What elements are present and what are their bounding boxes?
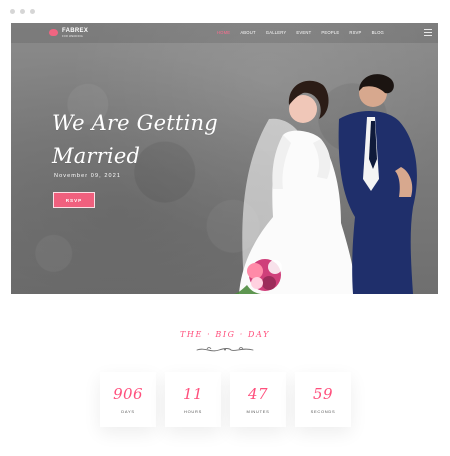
brand-tagline: FOR WEDDING [62, 35, 83, 38]
brand-heart-icon [49, 29, 58, 36]
section-title: THE · BIG · DAY [180, 330, 270, 339]
nav-item-event[interactable]: EVENT [296, 30, 311, 36]
countdown-card-hours: 11 HOURS [165, 372, 221, 427]
countdown-seconds-value: 59 [313, 385, 333, 403]
countdown-minutes-value: 47 [248, 385, 268, 403]
hamburger-icon[interactable] [424, 29, 432, 36]
window-dot [20, 9, 25, 14]
hero-banner: FABREX FOR WEDDING HOME ABOUT GALLERY EV… [11, 23, 438, 294]
hero-headline: We Are Getting Married [52, 107, 218, 173]
wedding-date: November 09, 2021 [54, 173, 122, 179]
nav-item-people[interactable]: PEOPLE [321, 30, 339, 36]
window-dot [10, 9, 15, 14]
brand-logo[interactable]: FABREX FOR WEDDING [49, 28, 88, 38]
countdown-days-value: 906 [113, 385, 143, 403]
headline-line-1: We Are Getting [52, 111, 218, 135]
hamburger-line [424, 35, 432, 36]
couple-photo [233, 74, 417, 294]
countdown-days-label: DAYS [121, 409, 135, 414]
floral-divider-icon [196, 347, 254, 352]
nav-item-gallery[interactable]: GALLERY [266, 30, 287, 36]
nav-item-rsvp[interactable]: RSVP [349, 30, 361, 36]
hamburger-line [424, 29, 432, 30]
hamburger-line [424, 32, 432, 33]
countdown-minutes-label: MINUTES [246, 409, 270, 414]
countdown-card-minutes: 47 MINUTES [230, 372, 286, 427]
countdown-seconds-label: SECONDS [310, 409, 336, 414]
main-menu: HOME ABOUT GALLERY EVENT PEOPLE RSVP BLO… [217, 30, 384, 36]
nav-item-home[interactable]: HOME [217, 30, 230, 36]
window-dot [30, 9, 35, 14]
countdown-hours-value: 11 [183, 385, 203, 403]
page-frame: FABREX FOR WEDDING HOME ABOUT GALLERY EV… [0, 0, 450, 456]
countdown-card-days: 906 DAYS [100, 372, 156, 427]
brand-name: FABREX [62, 28, 89, 34]
nav-item-about[interactable]: ABOUT [240, 30, 255, 36]
window-dots [10, 9, 35, 14]
top-navigation: FABREX FOR WEDDING HOME ABOUT GALLERY EV… [11, 23, 438, 43]
nav-item-blog[interactable]: BLOG [372, 30, 384, 36]
countdown: 906 DAYS 11 HOURS 47 MINUTES 59 SECONDS [100, 372, 351, 427]
rsvp-button[interactable]: RSVP [53, 192, 95, 208]
headline-line-2: Married [52, 144, 141, 168]
brand-text-block: FABREX FOR WEDDING [62, 28, 88, 38]
countdown-hours-label: HOURS [184, 409, 202, 414]
countdown-card-seconds: 59 SECONDS [295, 372, 351, 427]
